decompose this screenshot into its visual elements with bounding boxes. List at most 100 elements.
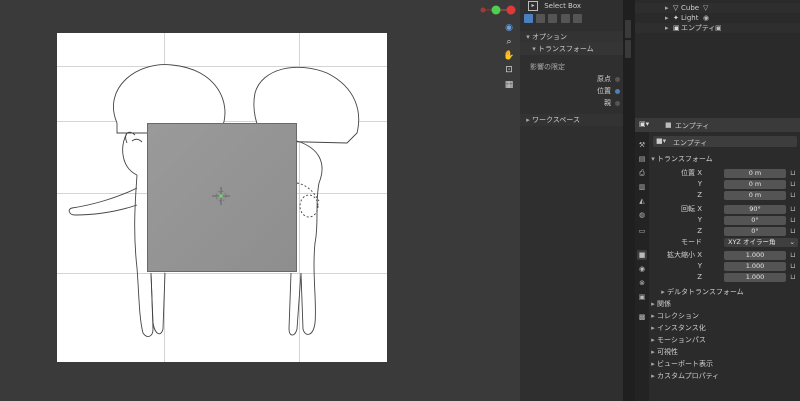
object-icon: ■▾ bbox=[656, 137, 667, 145]
section-relations[interactable]: ▸ 関係 bbox=[649, 298, 800, 310]
scale-z-row: Z 1.000 ⊔ bbox=[697, 273, 796, 282]
scale-y-field[interactable]: 1.000 bbox=[724, 262, 786, 271]
mode-invert-icon[interactable] bbox=[560, 14, 570, 23]
chevron-right-icon: ▸ bbox=[651, 336, 655, 344]
zoom-icon[interactable]: ⌕ bbox=[502, 36, 516, 48]
lock-icon[interactable]: ⊔ bbox=[790, 169, 796, 177]
section-custom-properties[interactable]: ▸ カスタムプロパティ bbox=[649, 370, 800, 382]
transform-subheader[interactable]: ▾ トランスフォーム bbox=[520, 43, 623, 55]
mode-subtract-icon[interactable] bbox=[548, 14, 558, 23]
chevron-down-icon: ▾ bbox=[526, 33, 530, 41]
perspective-grid-icon[interactable]: ▦ bbox=[502, 79, 516, 91]
scale-z-field[interactable]: 1.000 bbox=[724, 273, 786, 282]
light-icon: ✦ bbox=[673, 14, 679, 22]
view-layer-tab-icon[interactable]: ▥ bbox=[637, 182, 647, 192]
location-z-field[interactable]: 0 m bbox=[724, 191, 786, 200]
lock-icon[interactable]: ⊔ bbox=[790, 251, 796, 259]
outliner-row-cube[interactable]: ▸ ▽ Cube ▽ bbox=[635, 3, 800, 13]
mesh-icon: ▽ bbox=[673, 4, 679, 12]
properties-header: ▣▾ ■ エンプティ bbox=[635, 118, 800, 132]
affect-only-label: 影響の限定 bbox=[530, 63, 565, 71]
outliner-row-empty[interactable]: ▸ ▣ エンプティ ▣ bbox=[635, 23, 800, 33]
parents-checkbox[interactable] bbox=[615, 101, 620, 106]
image-empty-icon: ▣ bbox=[673, 24, 680, 32]
light-data-icon: ◉ bbox=[703, 14, 710, 22]
rotation-z-field[interactable]: 0° bbox=[724, 227, 786, 236]
rotation-x-field[interactable]: 90° bbox=[724, 205, 786, 214]
locations-option[interactable]: 位置 bbox=[520, 85, 623, 97]
workspace-header[interactable]: ▸ ワークスペース bbox=[520, 114, 623, 126]
lock-icon[interactable]: ⊔ bbox=[790, 273, 796, 281]
navigation-gizmo[interactable] bbox=[478, 0, 518, 20]
data-tab-icon[interactable]: ▣ bbox=[637, 292, 647, 302]
lock-icon[interactable]: ⊔ bbox=[790, 262, 796, 270]
region-divider[interactable] bbox=[623, 0, 635, 401]
scale-x-field[interactable]: 1.000 bbox=[724, 251, 786, 260]
image-data-icon: ▣ bbox=[715, 24, 722, 32]
outliner-row-light[interactable]: ▸ ✦ Light ◉ bbox=[635, 13, 800, 23]
select-box-icon: ▸ bbox=[528, 1, 538, 11]
active-tool-row[interactable]: ▸ Select Box bbox=[520, 0, 623, 12]
hand-pan-icon[interactable]: ✋ bbox=[502, 50, 516, 62]
camera-view-icon[interactable]: ⊡ bbox=[502, 64, 516, 76]
output-tab-icon[interactable]: ⎙ bbox=[637, 168, 647, 178]
lock-icon[interactable]: ⊔ bbox=[790, 205, 796, 213]
object-icon: ■ bbox=[665, 121, 672, 129]
texture-tab-icon[interactable]: ▩ bbox=[637, 312, 647, 322]
properties-tabs: ⚒ ▤ ⎙ ▥ ◭ ◍ ▭ ■ ◉ ⊗ ▣ ▩ bbox=[635, 132, 649, 401]
render-tab-icon[interactable]: ▤ bbox=[637, 154, 647, 164]
tool-tab-icon[interactable]: ⚒ bbox=[637, 140, 647, 150]
locations-checkbox[interactable] bbox=[615, 89, 620, 94]
location-y-field[interactable]: 0 m bbox=[724, 180, 786, 189]
world-tab-icon[interactable]: ◍ bbox=[637, 210, 647, 220]
object-name-field[interactable]: ■▾ エンプティ bbox=[653, 136, 797, 147]
rotation-y-field[interactable]: 0° bbox=[724, 216, 786, 225]
section-motion-paths[interactable]: ▸ モーションパス bbox=[649, 334, 800, 346]
outliner: ▸ ▽ Cube ▽ ▸ ✦ Light ◉ ▸ ▣ エンプティ ▣ bbox=[635, 0, 800, 118]
3d-viewport[interactable]: ◉ ⌕ ✋ ⊡ ▦ bbox=[0, 0, 520, 401]
location-x-row: 位置 X 0 m ⊔ bbox=[680, 169, 796, 178]
camera-dot-icon[interactable]: ◉ bbox=[502, 22, 516, 34]
options-header[interactable]: ▾ オプション bbox=[520, 31, 623, 43]
header-object-name: エンプティ bbox=[675, 122, 710, 130]
section-viewport-display[interactable]: ▸ ビューポート表示 bbox=[649, 358, 800, 370]
object-tab-icon[interactable]: ■ bbox=[637, 250, 647, 260]
section-instancing[interactable]: ▸ インスタンス化 bbox=[649, 322, 800, 334]
lock-icon[interactable]: ⊔ bbox=[790, 191, 796, 199]
location-z-row: Z 0 m ⊔ bbox=[697, 191, 796, 200]
lock-icon[interactable]: ⊔ bbox=[790, 216, 796, 224]
rotation-mode-select[interactable]: XYZ オイラー角 ⌄ bbox=[724, 238, 798, 247]
mode-intersect-icon[interactable] bbox=[572, 14, 582, 23]
editor-type-icon[interactable]: ▣▾ bbox=[639, 120, 649, 128]
lock-icon[interactable]: ⊔ bbox=[790, 180, 796, 188]
tool-name: Select Box bbox=[544, 2, 582, 10]
region-tab[interactable] bbox=[625, 40, 631, 58]
location-x-field[interactable]: 0 m bbox=[724, 169, 786, 178]
chevron-right-icon: ▸ bbox=[665, 24, 669, 32]
mesh-data-icon: ▽ bbox=[703, 4, 709, 12]
chevron-right-icon: ▸ bbox=[651, 324, 655, 332]
constraints-tab-icon[interactable]: ⊗ bbox=[637, 278, 647, 288]
rotation-z-row: Z 0° ⊔ bbox=[697, 227, 796, 236]
mode-extend-icon[interactable] bbox=[536, 14, 546, 23]
chevron-right-icon: ▸ bbox=[651, 300, 655, 308]
lock-icon[interactable]: ⊔ bbox=[790, 227, 796, 235]
section-visibility[interactable]: ▸ 可視性 bbox=[649, 346, 800, 358]
chevron-right-icon: ▸ bbox=[651, 348, 655, 356]
select-mode-buttons[interactable] bbox=[524, 14, 582, 25]
rotation-mode-row: モード XYZ オイラー角 ⌄ bbox=[649, 237, 800, 248]
physics-tab-icon[interactable]: ◉ bbox=[637, 264, 647, 274]
scene-tab-icon[interactable]: ◭ bbox=[637, 196, 647, 206]
origins-option[interactable]: 原点 bbox=[520, 73, 623, 85]
mode-new-icon[interactable] bbox=[524, 14, 533, 23]
parents-option[interactable]: 親 bbox=[520, 97, 623, 109]
chevron-down-icon: ▾ bbox=[651, 155, 655, 163]
origins-checkbox[interactable] bbox=[615, 77, 620, 82]
delta-transform-header[interactable]: ▸ デルタトランスフォーム bbox=[659, 286, 800, 298]
collection-tab-icon[interactable]: ▭ bbox=[637, 226, 647, 236]
chevron-right-icon: ▸ bbox=[651, 312, 655, 320]
transform-panel-header[interactable]: ▾ トランスフォーム bbox=[649, 153, 800, 165]
section-collections[interactable]: ▸ コレクション bbox=[649, 310, 800, 322]
3d-cursor-icon bbox=[212, 187, 230, 205]
region-tab[interactable] bbox=[625, 20, 631, 38]
